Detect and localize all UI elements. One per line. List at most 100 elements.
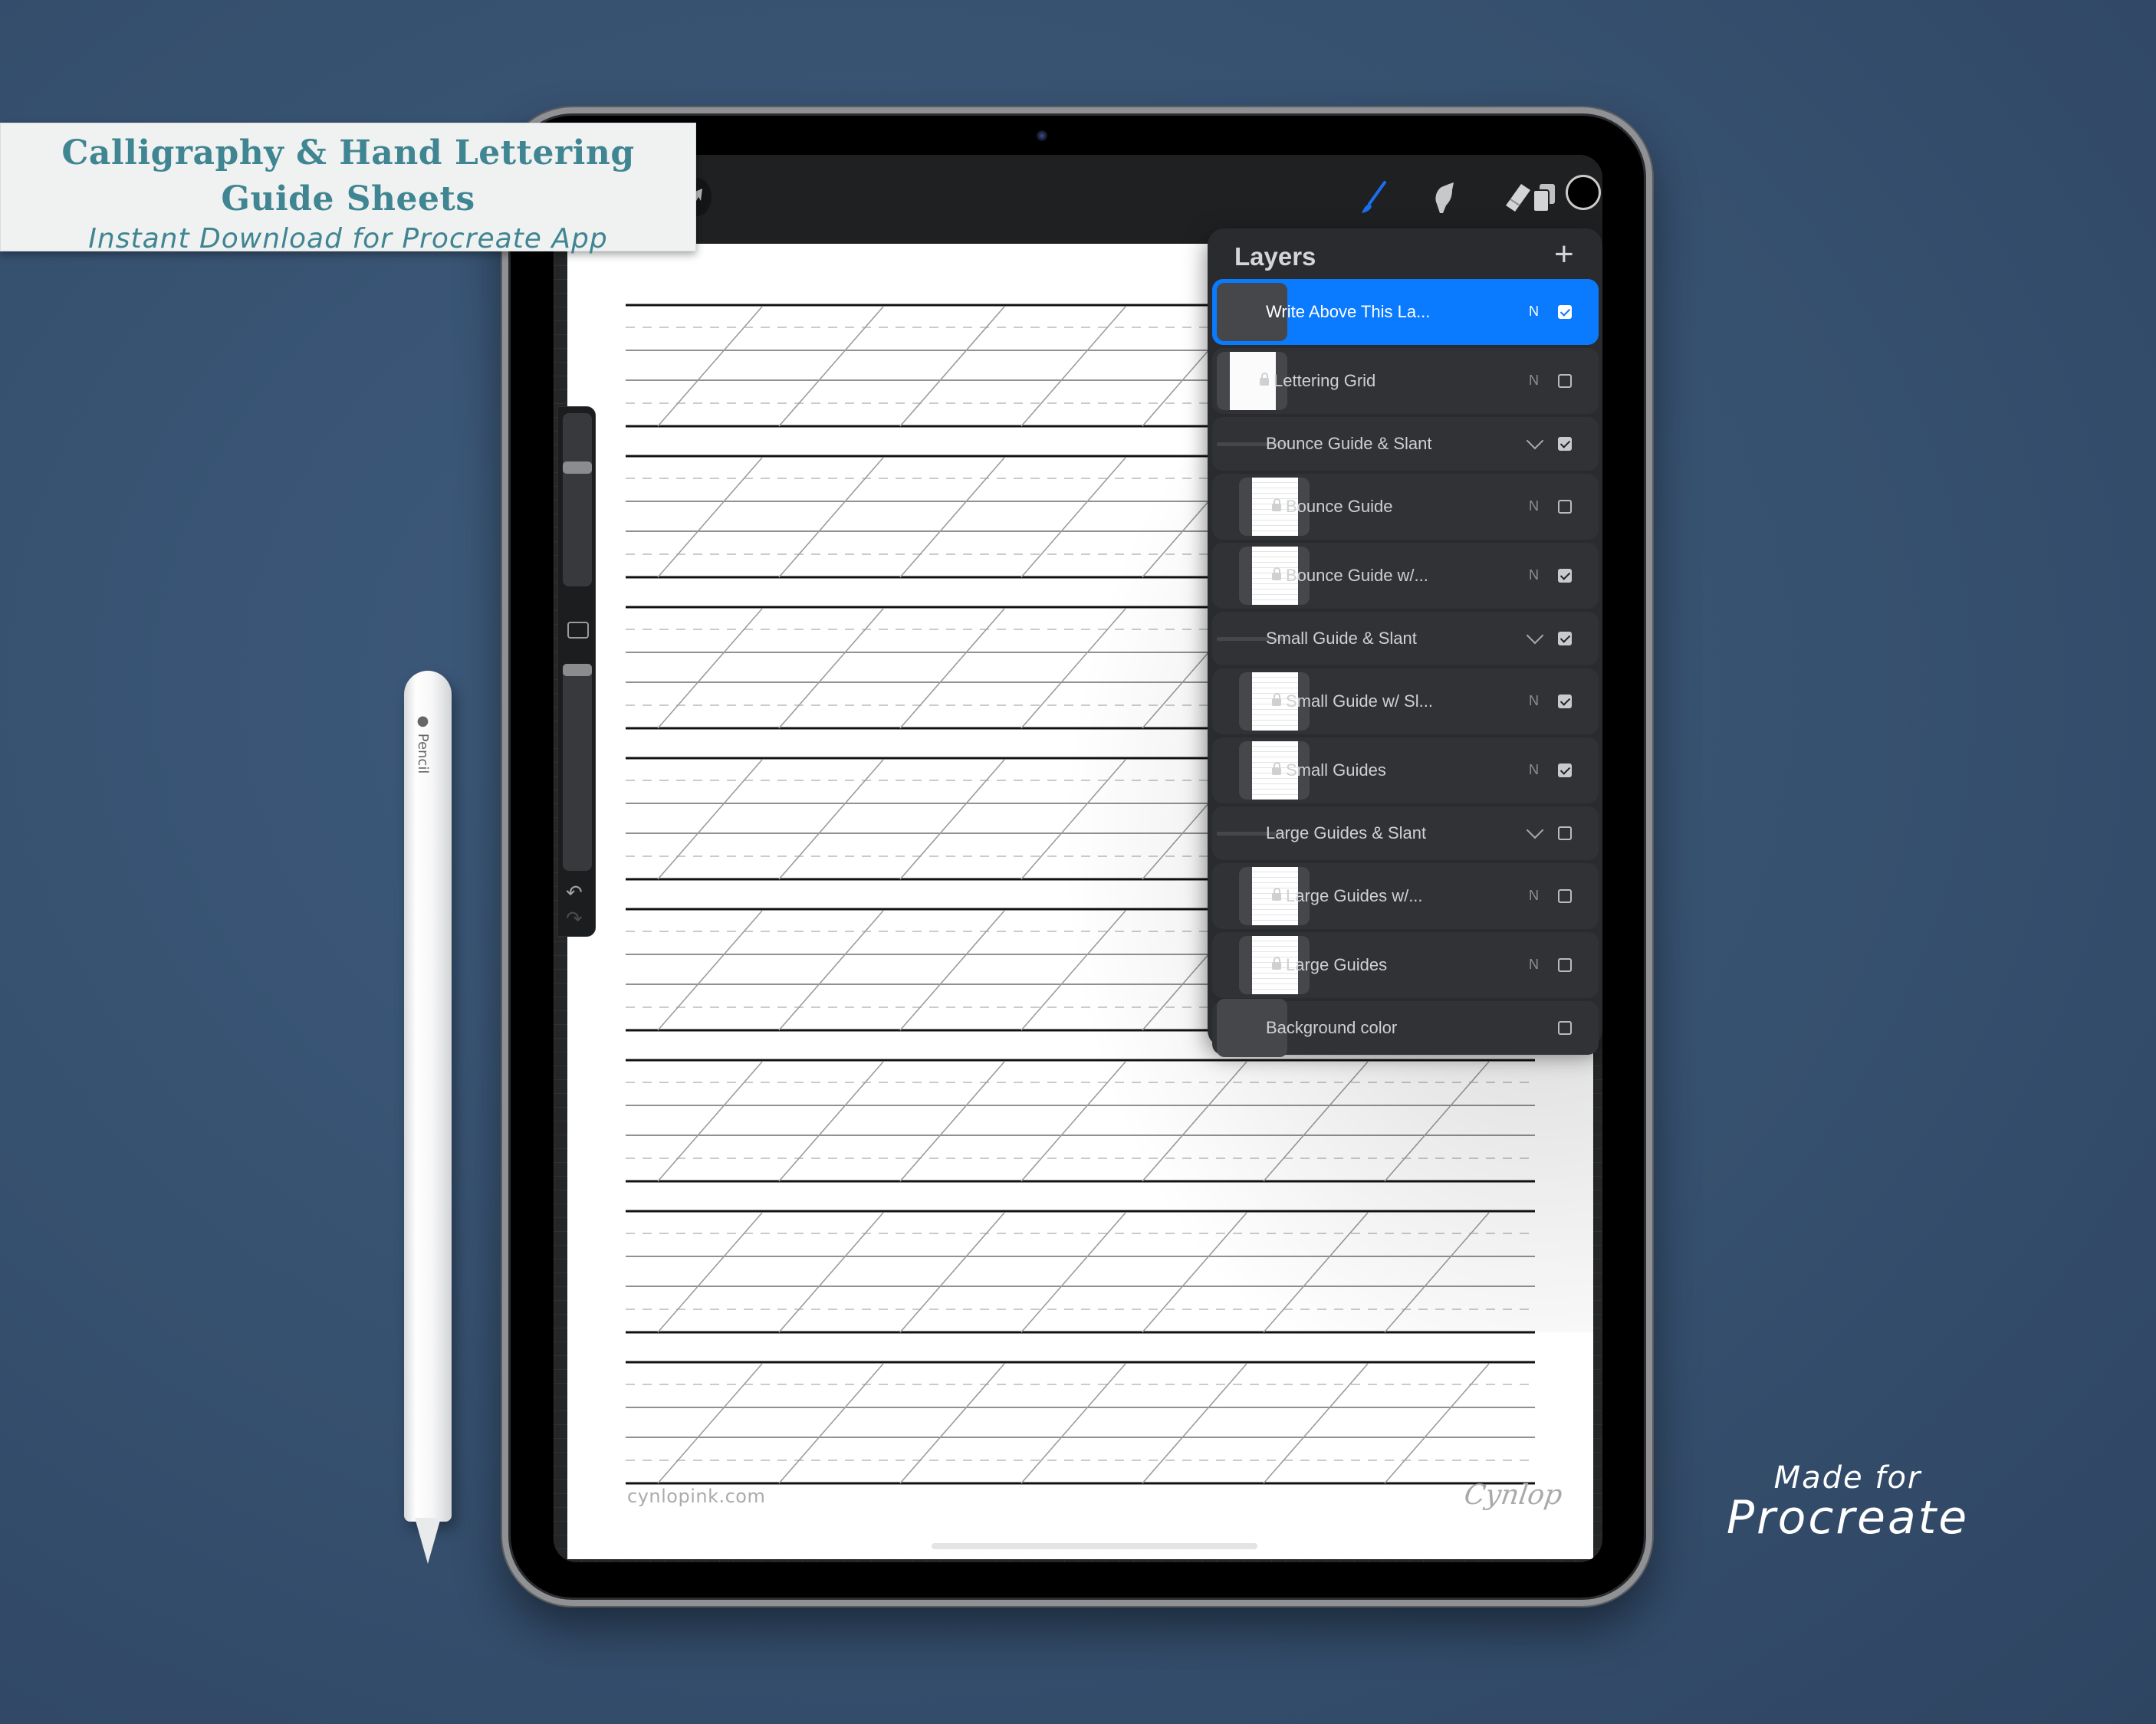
blend-mode-button[interactable]: N bbox=[1529, 957, 1539, 973]
made-for-procreate: Made for Procreate bbox=[1706, 1460, 1990, 1545]
visibility-checkbox[interactable] bbox=[1558, 569, 1572, 583]
pencil-label: ● Pencil bbox=[415, 713, 431, 774]
slant-line bbox=[778, 608, 884, 729]
smudge-button[interactable] bbox=[1425, 175, 1464, 221]
chevron-down-icon[interactable] bbox=[1526, 626, 1544, 645]
home-indicator[interactable] bbox=[932, 1543, 1257, 1549]
layer-name: Bounce Guide bbox=[1272, 497, 1392, 517]
layer-name: Write Above This La... bbox=[1266, 302, 1431, 321]
visibility-checkbox[interactable] bbox=[1558, 763, 1572, 777]
visibility-checkbox[interactable] bbox=[1558, 826, 1572, 840]
layer-name: Bounce Guide w/... bbox=[1272, 566, 1428, 586]
front-camera-icon bbox=[1037, 130, 1047, 141]
slant-line bbox=[657, 910, 763, 1031]
visibility-checkbox[interactable] bbox=[1558, 958, 1572, 972]
layer-row[interactable]: Bounce Guide w/... N bbox=[1212, 543, 1599, 609]
procreate-label: Procreate bbox=[1726, 1491, 1970, 1545]
footer-logo: Cynlop bbox=[1462, 1479, 1565, 1511]
redo-icon[interactable]: ↷ bbox=[566, 907, 583, 931]
slant-line bbox=[899, 1212, 1005, 1333]
visibility-checkbox[interactable] bbox=[1558, 500, 1572, 514]
visibility-checkbox[interactable] bbox=[1558, 1021, 1572, 1035]
slant-line bbox=[657, 608, 763, 729]
add-layer-button[interactable]: + bbox=[1554, 238, 1574, 271]
background-layer-row[interactable]: Background color bbox=[1212, 999, 1599, 1057]
slant-line bbox=[1020, 608, 1126, 729]
brush-size-slider[interactable] bbox=[563, 413, 592, 586]
slant-line bbox=[1020, 1363, 1126, 1484]
apple-pencil: ● Pencil bbox=[404, 671, 452, 1522]
slant-line bbox=[899, 1363, 1005, 1484]
visibility-checkbox[interactable] bbox=[1558, 437, 1572, 451]
modify-button[interactable] bbox=[567, 622, 589, 639]
slant-line bbox=[657, 306, 763, 427]
layer-row[interactable]: Large Guides N bbox=[1212, 932, 1599, 998]
layer-row[interactable]: Small Guides N bbox=[1212, 737, 1599, 803]
blend-mode-button[interactable]: N bbox=[1529, 693, 1539, 709]
slant-line bbox=[899, 608, 1005, 729]
chevron-down-icon[interactable] bbox=[1526, 432, 1544, 450]
chevron-down-icon[interactable] bbox=[1526, 821, 1544, 839]
visibility-checkbox[interactable] bbox=[1558, 632, 1572, 645]
color-picker-button[interactable] bbox=[1566, 175, 1601, 210]
slant-line bbox=[1020, 457, 1126, 578]
smudge-finger-icon bbox=[1435, 182, 1454, 213]
layer-name: Small Guide & Slant bbox=[1266, 629, 1417, 648]
layer-group-row[interactable]: Small Guide & Slant bbox=[1212, 612, 1599, 665]
blend-mode-button[interactable]: N bbox=[1529, 888, 1539, 904]
blend-mode-button[interactable]: N bbox=[1529, 762, 1539, 778]
layers-button[interactable] bbox=[1524, 175, 1564, 221]
slant-line bbox=[778, 1061, 884, 1182]
footer-url: cynlopink.com bbox=[627, 1486, 766, 1507]
slant-line bbox=[899, 759, 1005, 880]
banner-title-line2: Guide Sheets bbox=[221, 179, 475, 218]
slant-line bbox=[1020, 1212, 1126, 1333]
slant-line bbox=[899, 457, 1005, 578]
lock-icon bbox=[1272, 957, 1281, 970]
brush-button[interactable] bbox=[1354, 175, 1394, 221]
layer-row[interactable]: Bounce Guide N bbox=[1212, 474, 1599, 540]
banner-title-line1: Calligraphy & Hand Lettering bbox=[61, 133, 635, 172]
blend-mode-button[interactable]: N bbox=[1529, 498, 1539, 514]
visibility-checkbox[interactable] bbox=[1558, 374, 1572, 388]
layer-row[interactable]: Lettering Grid N bbox=[1212, 348, 1599, 414]
undo-icon[interactable]: ↶ bbox=[566, 881, 583, 905]
visibility-checkbox[interactable] bbox=[1558, 695, 1572, 708]
pencil-tip bbox=[415, 1518, 441, 1564]
layer-name: Bounce Guide & Slant bbox=[1266, 434, 1432, 453]
layer-name: Large Guides & Slant bbox=[1266, 823, 1427, 842]
visibility-checkbox[interactable] bbox=[1558, 889, 1572, 903]
visibility-checkbox[interactable] bbox=[1558, 305, 1572, 319]
layer-group-row[interactable]: Large Guides & Slant bbox=[1212, 806, 1599, 860]
slant-line bbox=[1263, 1363, 1369, 1484]
blend-mode-button[interactable]: N bbox=[1529, 304, 1539, 320]
brush-icon bbox=[1362, 181, 1386, 213]
slant-line bbox=[899, 910, 1005, 1031]
slant-line bbox=[778, 759, 884, 880]
layer-row[interactable]: Small Guide w/ Sl... N bbox=[1212, 668, 1599, 734]
layer-name: Large Guides bbox=[1272, 955, 1387, 975]
blend-mode-button[interactable]: N bbox=[1529, 373, 1539, 389]
blend-mode-button[interactable]: N bbox=[1529, 567, 1539, 583]
slant-line bbox=[1020, 306, 1126, 427]
sidebar: ↶ ↷ bbox=[557, 406, 596, 937]
layer-group-row[interactable]: Bounce Guide & Slant bbox=[1212, 417, 1599, 471]
slant-line bbox=[657, 759, 763, 880]
procreate-screen: cynlopink.com Cynlop ↶ ↷ Layers + Write … bbox=[554, 155, 1602, 1562]
layer-row[interactable]: Large Guides w/... N bbox=[1212, 863, 1599, 929]
slant-line bbox=[1384, 1212, 1490, 1333]
slant-line bbox=[1142, 1363, 1247, 1484]
slant-line bbox=[1263, 1212, 1369, 1333]
slant-line bbox=[899, 1061, 1005, 1182]
layers-title: Layers bbox=[1234, 242, 1316, 271]
opacity-handle[interactable] bbox=[563, 664, 592, 676]
slant-line bbox=[899, 306, 1005, 427]
slant-line bbox=[1384, 1061, 1490, 1182]
layer-row[interactable]: Write Above This La... N bbox=[1212, 279, 1599, 345]
layers-panel: Layers + Write Above This La... N Letterin… bbox=[1208, 228, 1602, 1057]
lock-icon bbox=[1272, 693, 1281, 706]
slant-line bbox=[1142, 1212, 1247, 1333]
opacity-slider[interactable] bbox=[563, 664, 592, 871]
layer-name: Large Guides w/... bbox=[1272, 886, 1423, 906]
brush-size-handle[interactable] bbox=[563, 461, 592, 474]
